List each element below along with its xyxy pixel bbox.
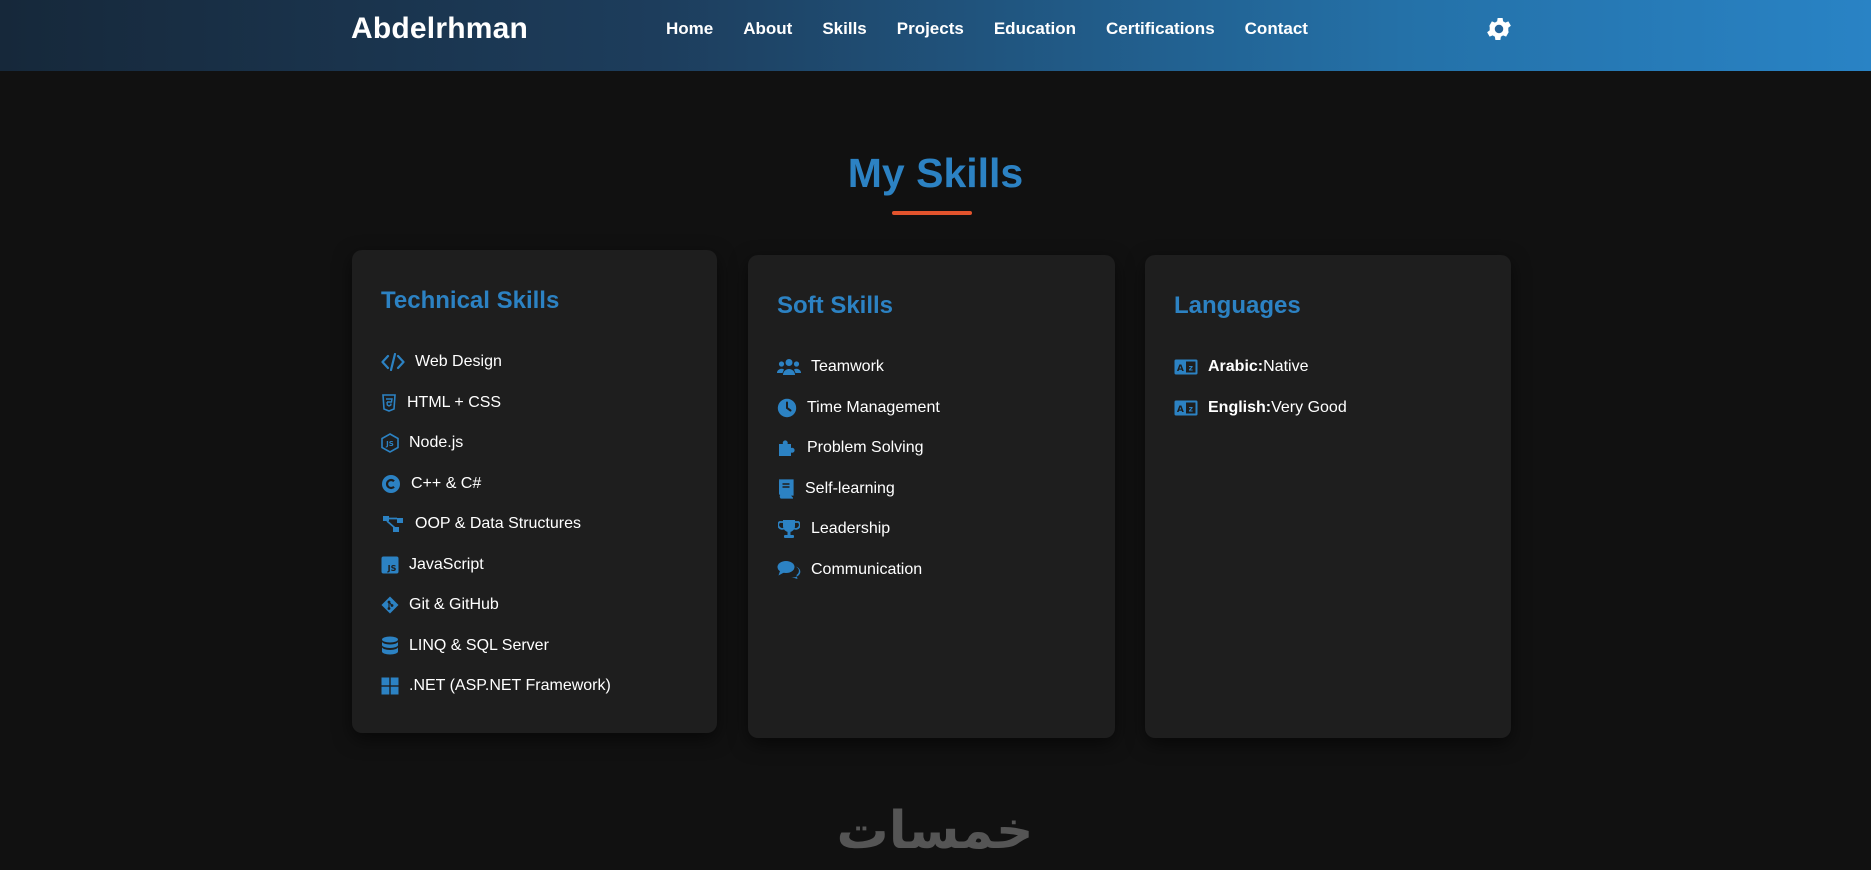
nav-links: Home About Skills Projects Education Cer…: [666, 19, 1338, 39]
svg-text:JS: JS: [387, 564, 397, 573]
skill-label: Self-learning: [805, 479, 895, 497]
list-item: OOP & Data Structures: [381, 504, 611, 545]
list-item: C++ & C#: [381, 464, 611, 505]
skill-label: LINQ & SQL Server: [409, 636, 549, 654]
technical-skills-list: Web Design HTML + CSS JS Node.js C++ & C…: [381, 342, 611, 707]
list-item: Self-learning: [777, 469, 940, 510]
list-item: Az English: Very Good: [1174, 388, 1347, 429]
soft-skills-card: Soft Skills Teamwork Time Management Pro…: [748, 255, 1115, 738]
list-item: Git & GitHub: [381, 585, 611, 626]
list-item: Time Management: [777, 388, 940, 429]
database-icon: [381, 635, 399, 657]
js-square-icon: JS: [381, 554, 399, 576]
list-item: Problem Solving: [777, 428, 940, 469]
nav-certifications[interactable]: Certifications: [1106, 19, 1215, 39]
list-item: JS Node.js: [381, 423, 611, 464]
svg-text:JS: JS: [385, 440, 394, 448]
list-item: LINQ & SQL Server: [381, 626, 611, 667]
svg-text:A: A: [1177, 405, 1184, 415]
sitemap-icon: [381, 513, 405, 535]
nav-about[interactable]: About: [743, 19, 792, 39]
nav-contact[interactable]: Contact: [1245, 19, 1308, 39]
puzzle-icon: [777, 437, 797, 459]
watermark-text: خمسات: [836, 801, 1033, 860]
language-icon: Az: [1174, 397, 1198, 419]
skill-label: Communication: [811, 560, 923, 578]
title-underline: [892, 211, 972, 215]
section-title: My Skills: [847, 150, 1024, 196]
gear-icon[interactable]: [1484, 14, 1514, 44]
css3-icon: [381, 392, 397, 414]
skill-label: Node.js: [409, 434, 464, 452]
list-item: Web Design: [381, 342, 611, 383]
skill-label: HTML + CSS: [407, 393, 502, 411]
technical-skills-card: Technical Skills Web Design HTML + CSS J…: [352, 250, 717, 733]
soft-skills-list: Teamwork Time Management Problem Solving…: [777, 347, 940, 590]
book-icon: [777, 478, 795, 500]
soft-skills-title: Soft Skills: [777, 292, 894, 319]
list-item: Leadership: [777, 509, 940, 550]
git-icon: [381, 594, 399, 616]
skill-label: Teamwork: [811, 358, 884, 376]
languages-card: Languages Az Arabic: Native Az English: Ve…: [1145, 255, 1511, 738]
khamsat-logo-icon: خمسات: [820, 800, 1050, 861]
list-item: HTML + CSS: [381, 383, 611, 424]
list-item: Az Arabic: Native: [1174, 347, 1347, 388]
nav-education[interactable]: Education: [994, 19, 1076, 39]
language-level: Very Good: [1271, 398, 1347, 416]
skill-label: .NET (ASP.NET Framework): [409, 677, 611, 695]
code-icon: [381, 351, 405, 373]
clock-icon: [777, 397, 797, 419]
skill-label: C++ & C#: [411, 474, 482, 492]
nav-skills[interactable]: Skills: [822, 19, 866, 39]
languages-list: Az Arabic: Native Az English: Very Good: [1174, 347, 1347, 428]
windows-icon: [381, 675, 399, 697]
nodejs-icon: JS: [381, 432, 399, 454]
skill-label: JavaScript: [409, 555, 484, 573]
skill-label: Problem Solving: [807, 439, 924, 457]
trophy-icon: [777, 518, 801, 540]
list-item: Teamwork: [777, 347, 940, 388]
svg-text:A: A: [1177, 364, 1184, 374]
skill-label: Git & GitHub: [409, 596, 499, 614]
languages-title: Languages: [1174, 292, 1301, 319]
users-icon: [777, 356, 801, 378]
language-name: English:: [1208, 398, 1272, 416]
nav-home[interactable]: Home: [666, 19, 713, 39]
comments-icon: [777, 559, 801, 581]
language-icon: Az: [1174, 356, 1198, 378]
svg-text:z: z: [1189, 404, 1193, 413]
brand-logo[interactable]: Abdelrhman: [351, 12, 528, 46]
list-item: JS JavaScript: [381, 545, 611, 586]
navbar: Abdelrhman Home About Skills Projects Ed…: [0, 0, 1871, 71]
technical-skills-title: Technical Skills: [381, 287, 560, 314]
nav-projects[interactable]: Projects: [897, 19, 964, 39]
language-name: Arabic:: [1208, 358, 1264, 376]
list-item: Communication: [777, 550, 940, 591]
list-item: .NET (ASP.NET Framework): [381, 666, 611, 707]
skill-label: Web Design: [415, 353, 502, 371]
skill-label: OOP & Data Structures: [415, 515, 581, 533]
language-level: Native: [1263, 358, 1309, 376]
skill-label: Time Management: [807, 398, 940, 416]
svg-text:z: z: [1189, 364, 1193, 373]
copyright-icon: [381, 473, 401, 495]
skill-label: Leadership: [811, 520, 891, 538]
